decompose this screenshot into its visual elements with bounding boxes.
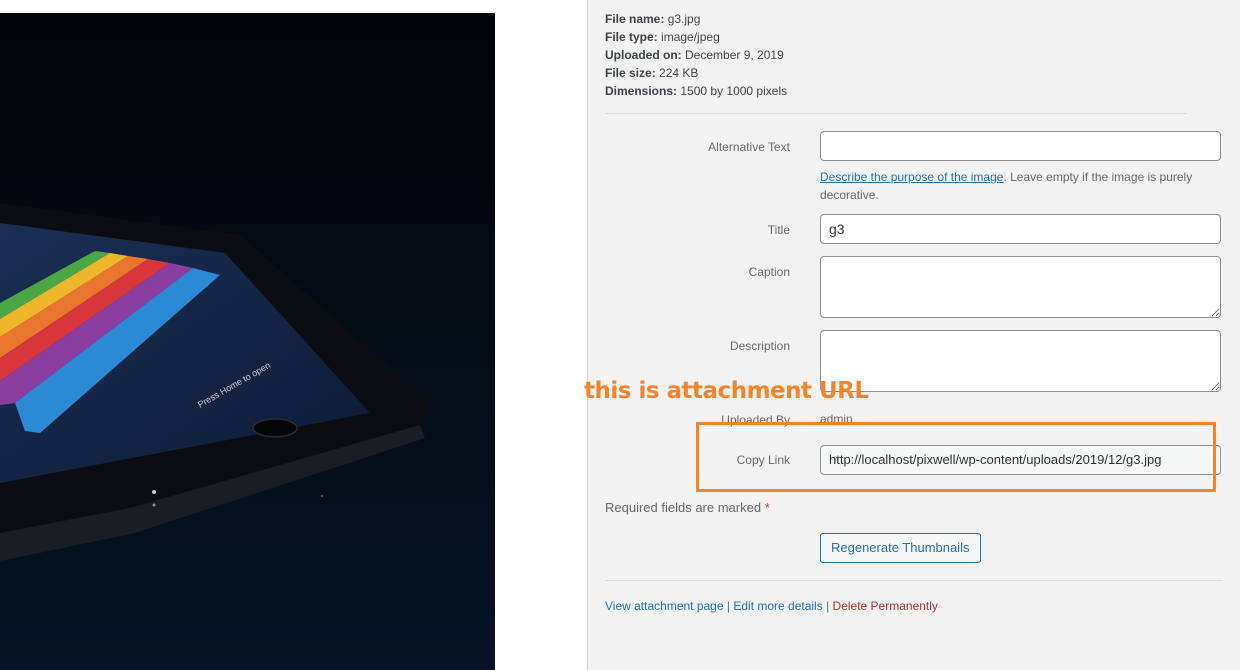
description-label: Description xyxy=(729,339,790,353)
file-size: 224 KB xyxy=(659,66,699,80)
file-size-row: File size: 224 KB xyxy=(605,66,699,80)
alt-text-help: Describe the purpose of the image. Leave… xyxy=(820,170,1193,202)
divider xyxy=(605,580,1223,581)
copy-link-input[interactable]: http://localhost/pixwell/wp-content/uplo… xyxy=(820,445,1221,475)
dimensions-row: Dimensions: 1500 by 1000 pixels xyxy=(605,84,788,98)
alt-text-input[interactable] xyxy=(820,131,1221,161)
phone-photo: Press Home to open xyxy=(0,13,495,670)
regenerate-thumbnails-button[interactable]: Regenerate Thumbnails xyxy=(820,533,981,563)
uploaded-by-label: Uploaded By xyxy=(721,413,790,427)
description-textarea[interactable] xyxy=(820,330,1221,392)
uploaded-by-value: admin xyxy=(820,412,853,426)
edit-more-details-link[interactable]: Edit more details xyxy=(733,599,822,613)
copy-link-label: Copy Link xyxy=(736,453,790,467)
file-name-row: File name: g3.jpg xyxy=(605,12,701,26)
caption-textarea[interactable] xyxy=(820,256,1221,318)
view-attachment-page-link[interactable]: View attachment page xyxy=(605,599,724,613)
file-name: g3.jpg xyxy=(667,12,701,26)
attachment-actions: View attachment page | Edit more details… xyxy=(605,599,938,613)
delete-permanently-link[interactable]: Delete Permanently xyxy=(833,599,938,613)
caption-label: Caption xyxy=(748,265,790,279)
file-meta: File name: g3.jpg File type: image/jpeg … xyxy=(605,10,787,100)
divider xyxy=(605,113,1187,114)
attachment-image-preview: Press Home to open xyxy=(0,13,495,670)
annotation-label: this is attachment URL xyxy=(584,378,869,404)
required-star: * xyxy=(764,500,770,515)
dimensions: 1500 by 1000 pixels xyxy=(680,84,788,98)
describe-purpose-link[interactable]: Describe the purpose of the image xyxy=(820,170,1003,184)
attachment-details-panel: File name: g3.jpg File type: image/jpeg … xyxy=(587,0,1240,670)
uploaded-on: December 9, 2019 xyxy=(685,48,784,62)
title-label: Title xyxy=(767,223,790,237)
required-fields-note: Required fields are marked * xyxy=(605,500,770,515)
file-type-row: File type: image/jpeg xyxy=(605,30,720,44)
file-type: image/jpeg xyxy=(661,30,720,44)
alt-text-label: Alternative Text xyxy=(708,140,790,154)
uploaded-on-row: Uploaded on: December 9, 2019 xyxy=(605,48,784,62)
title-input[interactable] xyxy=(820,214,1221,244)
